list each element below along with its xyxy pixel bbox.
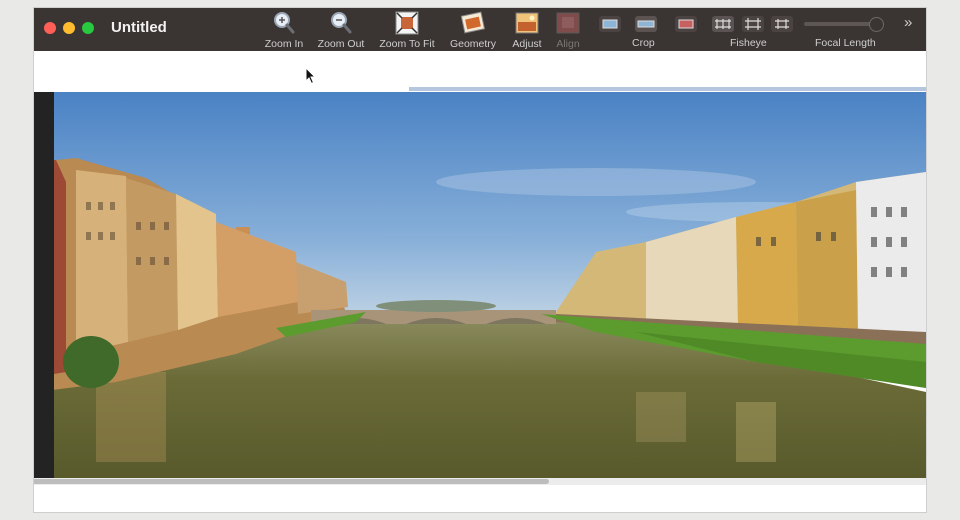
fisheye-icon [715, 19, 731, 29]
crop-option-2[interactable] [635, 16, 657, 32]
zoom-in-label: Zoom In [264, 38, 304, 50]
crop-icon-alt [637, 20, 655, 28]
fisheye-icon-alt [745, 18, 761, 30]
fisheye-option-1[interactable] [712, 16, 734, 32]
adjust-button[interactable]: Adjust [508, 10, 546, 50]
crop-icon-red [678, 19, 694, 29]
zoom-to-fit-label: Zoom To Fit [379, 38, 435, 50]
horizontal-scrollbar-thumb[interactable] [34, 479, 549, 484]
crop-icon [602, 19, 618, 29]
panorama-image [36, 92, 926, 478]
title-bar: Untitled Zoom In Zoom Out Zoom To Fit Ge… [34, 8, 926, 51]
fisheye-icon-3 [775, 19, 789, 29]
mouse-pointer-icon [305, 67, 317, 85]
panorama-canvas[interactable] [36, 92, 926, 478]
fisheye-option-2[interactable] [742, 16, 764, 32]
align-label: Align [556, 38, 580, 50]
focal-length-label: Focal Length [815, 37, 876, 49]
zoom-out-icon [331, 12, 352, 34]
app-window: Untitled Zoom In Zoom Out Zoom To Fit Ge… [34, 8, 926, 512]
geometry-label: Geometry [449, 38, 497, 50]
chevron-right-icon[interactable]: » [904, 14, 912, 31]
adjust-icon [515, 12, 539, 34]
panorama-edge-indicator [409, 87, 926, 91]
fisheye-label: Fisheye [730, 37, 767, 49]
maximize-window-button[interactable] [82, 22, 94, 34]
geometry-icon [460, 11, 486, 34]
zoom-out-label: Zoom Out [317, 38, 365, 50]
minimize-window-button[interactable] [63, 22, 75, 34]
crop-option-3[interactable] [675, 16, 697, 32]
align-button[interactable]: Align [552, 10, 584, 50]
zoom-out-button[interactable]: Zoom Out [315, 10, 367, 50]
canvas-left-edge [34, 92, 54, 478]
fisheye-option-3[interactable] [771, 16, 793, 32]
align-icon [556, 12, 580, 34]
window-title: Untitled [111, 19, 167, 36]
zoom-to-fit-button[interactable]: Zoom To Fit [377, 10, 437, 50]
close-window-button[interactable] [44, 22, 56, 34]
crop-label: Crop [632, 37, 655, 49]
zoom-fit-icon [395, 11, 419, 35]
zoom-in-button[interactable]: Zoom In [262, 10, 306, 50]
adjust-label: Adjust [512, 38, 542, 50]
focal-length-slider-knob[interactable] [868, 17, 884, 32]
crop-option-1[interactable] [599, 16, 621, 32]
zoom-in-icon [274, 12, 295, 34]
geometry-button[interactable]: Geometry [448, 10, 498, 50]
